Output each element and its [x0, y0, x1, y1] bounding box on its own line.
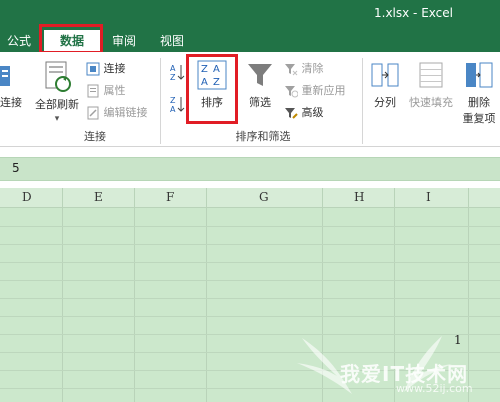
- clear-filter-button[interactable]: 清除: [284, 60, 324, 76]
- edit-links-button[interactable]: 编辑链接: [86, 104, 148, 120]
- formula-bar[interactable]: [0, 157, 500, 181]
- svg-text:Z: Z: [170, 96, 176, 105]
- sort-filter-group-label: 排序和筛选: [235, 130, 291, 143]
- refresh-all-label: 全部刷新: [35, 98, 79, 111]
- properties-button[interactable]: 属性: [86, 82, 126, 98]
- reapply-label: 重新应用: [301, 84, 346, 97]
- tab-view[interactable]: 视图: [152, 30, 192, 52]
- text-to-columns-icon: [371, 63, 399, 87]
- svg-text:Z: Z: [170, 73, 176, 82]
- window-title: 1.xlsx - Excel: [374, 6, 453, 20]
- grid-row-line: [0, 226, 500, 227]
- flash-fill-label: 快速填充: [409, 96, 453, 109]
- remove-duplicates-label-line1: 删除: [468, 96, 490, 109]
- sort-ascending-icon[interactable]: A Z: [170, 62, 186, 82]
- clear-filter-label: 清除: [301, 62, 324, 75]
- excel-window: 1.xlsx - Excel 公式 数据 审阅 视图 连接 全部刷新 ▾ 连接: [0, 0, 500, 402]
- clear-filter-icon: [285, 64, 298, 76]
- column-header-d[interactable]: D: [22, 190, 32, 204]
- connections-button[interactable]: 连接: [86, 60, 126, 76]
- grid-row-line: [0, 298, 500, 299]
- edit-links-label: 编辑链接: [103, 106, 148, 119]
- remove-duplicates-icon: [466, 62, 493, 88]
- reapply-button[interactable]: 重新应用: [284, 82, 346, 98]
- advanced-filter-label: 高级: [301, 106, 324, 119]
- grid-row-line: [0, 262, 500, 263]
- filter-icon: [248, 64, 272, 86]
- connections-icon: [86, 62, 100, 76]
- reapply-icon: [285, 86, 298, 98]
- remove-duplicates-button[interactable]: 删除 重复项: [458, 58, 500, 130]
- connections-group-label: 连接: [84, 130, 106, 143]
- highlight-sort-button: [186, 54, 238, 124]
- properties-icon: [87, 84, 99, 98]
- grid-row-line: [0, 316, 500, 317]
- chevron-down-icon: ▾: [54, 114, 60, 124]
- group-separator: [362, 58, 363, 144]
- advanced-filter-icon: [285, 108, 298, 119]
- watermark-url: www.52ij.com: [396, 382, 473, 395]
- connections-partial-icon: [0, 66, 10, 86]
- column-header-h[interactable]: H: [354, 190, 364, 204]
- highlight-data-tab: [39, 24, 103, 54]
- sort-descending-icon[interactable]: Z A: [170, 94, 186, 114]
- text-to-columns-label: 分列: [374, 96, 396, 109]
- column-header-f[interactable]: F: [166, 190, 174, 204]
- svg-text:A: A: [170, 105, 176, 114]
- connections-label: 连接: [103, 62, 126, 75]
- column-header-g[interactable]: G: [259, 190, 269, 204]
- column-header-row: [0, 188, 500, 208]
- flash-fill-button[interactable]: 快速填充: [406, 58, 456, 120]
- formula-bar-value: 5: [12, 161, 20, 175]
- properties-label: 属性: [103, 84, 126, 97]
- column-header-i[interactable]: I: [426, 190, 431, 204]
- grid-row-line: [0, 244, 500, 245]
- advanced-filter-button[interactable]: 高级: [284, 104, 324, 120]
- filter-label: 筛选: [249, 96, 271, 109]
- filter-button[interactable]: 筛选: [242, 58, 278, 120]
- tab-review[interactable]: 审阅: [104, 30, 144, 52]
- refresh-all-button[interactable]: 全部刷新 ▾: [30, 58, 84, 124]
- tab-formulas[interactable]: 公式: [4, 30, 34, 52]
- flash-fill-icon: [419, 62, 443, 88]
- grid-row-line: [0, 280, 500, 281]
- column-header-e[interactable]: E: [94, 190, 103, 204]
- remove-duplicates-label-line2: 重复项: [462, 112, 496, 125]
- svg-text:A: A: [170, 64, 176, 73]
- refresh-all-icon: [45, 61, 71, 92]
- edit-links-icon: [87, 106, 99, 120]
- connections-partial-label: 连接: [0, 96, 22, 109]
- text-to-columns-button[interactable]: 分列: [366, 58, 404, 120]
- group-separator: [160, 58, 161, 144]
- connections-partial-button[interactable]: 连接: [0, 94, 22, 110]
